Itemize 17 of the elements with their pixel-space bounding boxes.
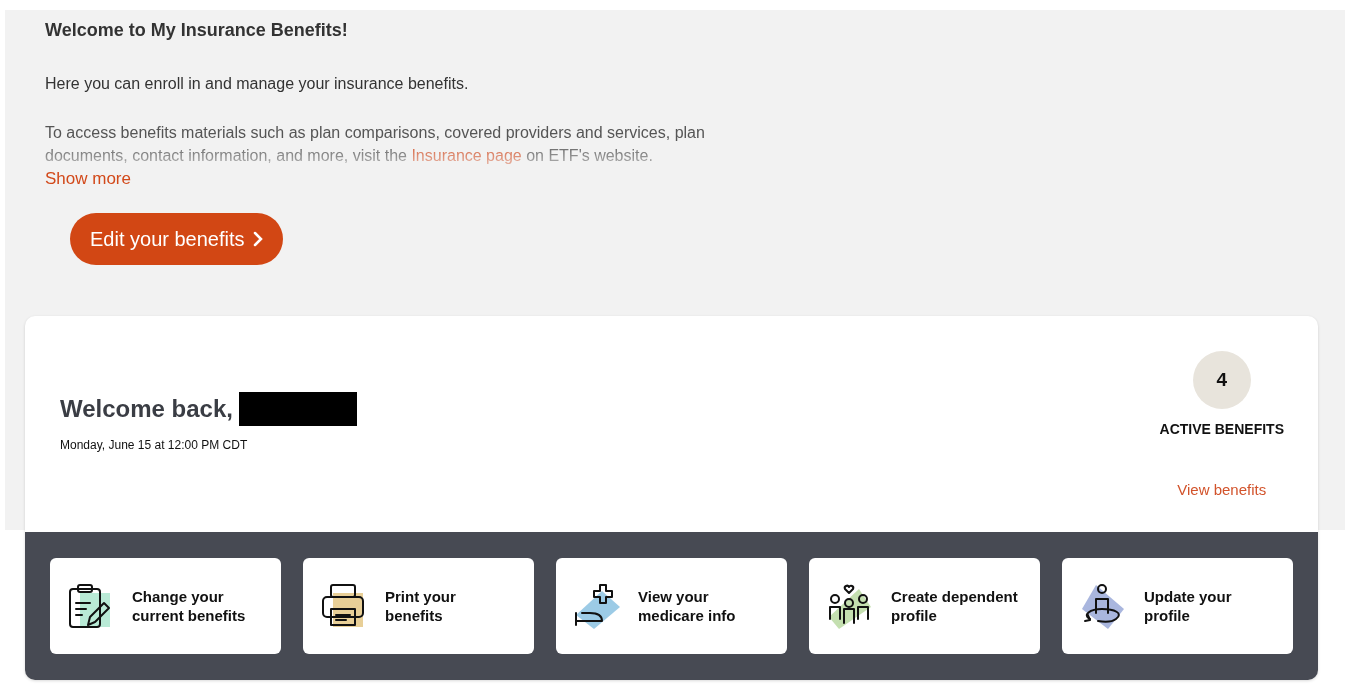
shortcut-tile[interactable]: Print your benefits [303, 558, 534, 654]
show-more-link[interactable]: Show more [45, 169, 131, 189]
active-benefits-label: ACTIVE BENEFITS [1159, 421, 1284, 437]
date-time-text: Monday, June 15 at 12:00 PM CDT [60, 438, 249, 452]
hand-cross-icon [572, 581, 622, 631]
welcome-heading: Welcome back, [60, 395, 233, 423]
benefit-count-badge: 4 [1192, 351, 1251, 409]
details-text: To access benefits materials such as plan comparisons, covered providers and services, plan documents, contact information, and more, visit the Insurance page on ETF's website. [45, 123, 706, 166]
view-benefits-link[interactable]: View benefits [1177, 481, 1267, 498]
page-title: Welcome to My Insurance Benefits! [45, 20, 348, 41]
shortcut-tile[interactable]: View your medicare info [556, 558, 787, 654]
shortcut-tile[interactable]: Create dependent profile [809, 558, 1040, 654]
edit-benefits-button[interactable]: Edit your benefits [70, 213, 283, 265]
shortcut-tile[interactable]: Update your profile [1062, 558, 1293, 654]
shortcut-tile[interactable]: Change your current benefits [50, 558, 281, 654]
intro-text: Here you can enroll in and manage your insurance benefits. [45, 75, 469, 93]
chevron-right-icon [252, 231, 263, 247]
